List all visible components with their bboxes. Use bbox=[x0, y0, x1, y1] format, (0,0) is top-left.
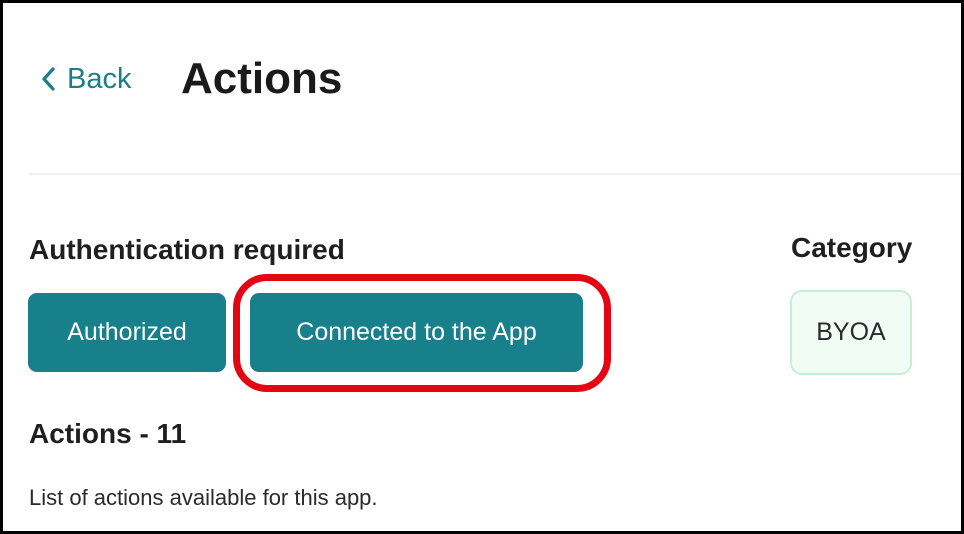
authentication-heading: Authentication required bbox=[29, 234, 345, 265]
actions-description: List of actions available for this app. bbox=[29, 485, 378, 510]
page-title: Actions bbox=[181, 54, 343, 103]
connected-to-app-button[interactable]: Connected to the App bbox=[250, 293, 583, 372]
actions-count-heading: Actions - 11 bbox=[29, 418, 187, 449]
header-divider bbox=[29, 173, 961, 175]
category-chip: BYOA bbox=[790, 290, 912, 375]
category-heading: Category bbox=[791, 232, 913, 263]
app-frame: Back Actions Authentication required Cat… bbox=[0, 0, 964, 534]
back-link[interactable]: Back bbox=[39, 59, 131, 99]
chevron-left-icon bbox=[39, 64, 57, 94]
back-label: Back bbox=[67, 63, 132, 95]
authorized-button[interactable]: Authorized bbox=[28, 293, 226, 372]
page-header: Back Actions bbox=[3, 3, 961, 173]
